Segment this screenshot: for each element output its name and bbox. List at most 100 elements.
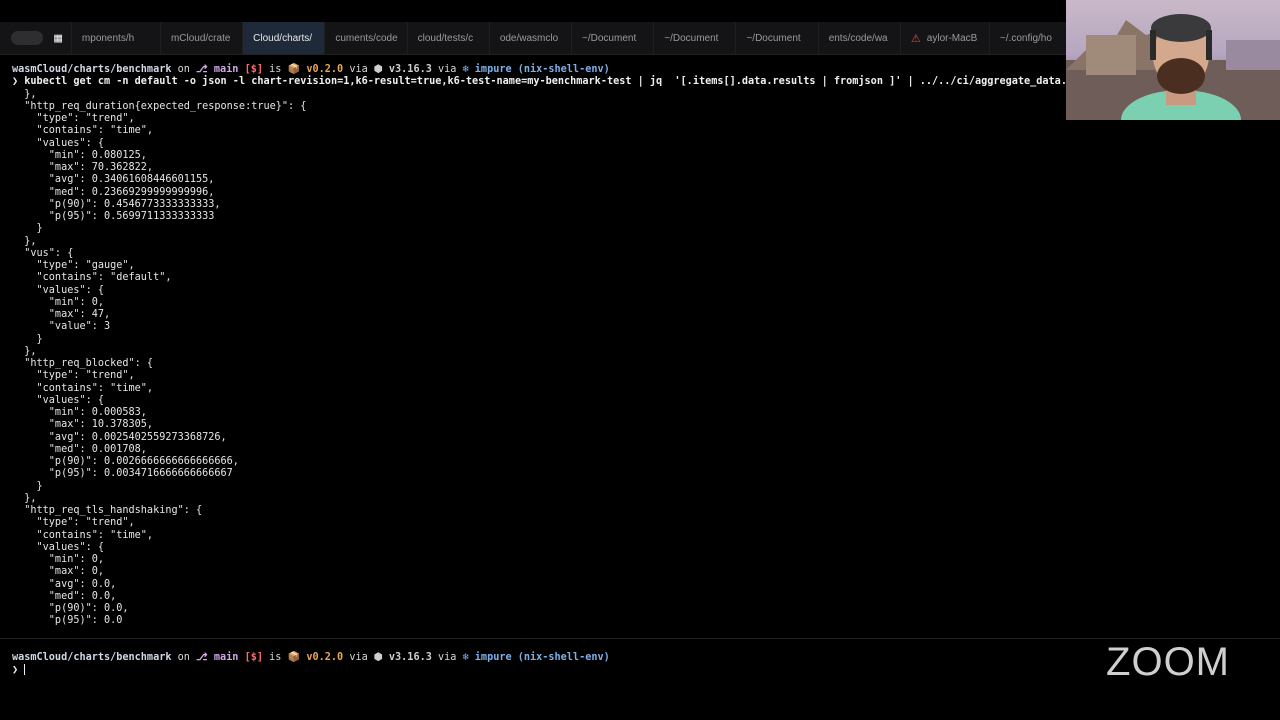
output-line: "p(95)": 0.0	[12, 615, 123, 627]
prompt-via: via	[343, 652, 374, 663]
output-line: "min": 0.000583,	[12, 407, 147, 418]
tab-6[interactable]: ~/Document	[571, 22, 653, 54]
output-line: "contains": "time",	[12, 125, 154, 137]
grid-icon[interactable]: ▦	[51, 30, 65, 46]
prompt-node-version: v3.16.3	[388, 64, 432, 75]
output-line: }	[12, 480, 43, 492]
tab-label: ~/Document	[582, 32, 637, 44]
json-output: }, "http_req_duration{expected_response:…	[12, 89, 1072, 628]
tab-0[interactable]: mponents/h	[70, 22, 160, 54]
output-line: "max": 0,	[12, 566, 105, 578]
terminal-tab-bar: ▦ mponents/h mCloud/crate Cloud/charts/ …	[0, 22, 1066, 55]
tab-3[interactable]: cuments/code	[324, 22, 406, 54]
tab-4[interactable]: cloud/tests/c	[406, 22, 489, 54]
output-line: "med": 0.001708,	[12, 443, 147, 455]
tab-7[interactable]: ~/Document	[653, 22, 735, 54]
output-line: "avg": 0.0,	[12, 578, 117, 590]
warning-icon: ⚠	[910, 32, 921, 45]
output-line: "type": "trend",	[12, 517, 135, 529]
tab-8[interactable]: ~/Document	[735, 22, 817, 54]
output-line: "min": 0,	[12, 296, 105, 308]
output-line: "med": 0.23669299999999996,	[12, 186, 215, 198]
prompt-branch: main	[213, 64, 239, 75]
output-line: "p(90)": 0.4546773333333333,	[12, 198, 221, 210]
command-line: ❯ kubectl get cm -n default -o json -l c…	[12, 76, 1072, 88]
output-line: "avg": 0.34061608446601155,	[12, 174, 215, 186]
pane-divider[interactable]	[0, 638, 1280, 639]
output-line: "med": 0.0,	[12, 590, 117, 602]
tab-10[interactable]: ⚠ aylor-MacB	[899, 22, 989, 54]
output-line: "values": {	[12, 394, 105, 406]
node-icon: ⬢	[373, 64, 383, 75]
prompt-via: via	[431, 652, 463, 663]
webcam-video-tile[interactable]	[1066, 0, 1280, 120]
terminal-output[interactable]: wasmCloud/charts/benchmark on ⎇ main [$]…	[12, 64, 1072, 628]
tab-1[interactable]: mCloud/crate	[159, 22, 242, 54]
output-line: },	[12, 88, 37, 100]
tab-5[interactable]: ode/wasmclo	[488, 22, 571, 54]
tab-label: Cloud/charts/	[253, 32, 313, 44]
shell-prompt-current: wasmCloud/charts/benchmark on ⎇ main [$]…	[12, 652, 610, 677]
output-line: "values": {	[12, 137, 105, 149]
output-line: "max": 70.362822,	[12, 162, 154, 173]
tab-label: cloud/tests/c	[417, 32, 474, 44]
tab-label: ode/wasmclo	[499, 32, 559, 44]
tab-label: aylor-MacB	[926, 32, 978, 44]
webcam-feed-image	[1066, 14, 1280, 120]
output-line: "max": 47,	[12, 309, 111, 320]
tab-label: mponents/h	[81, 32, 135, 44]
text-cursor	[24, 664, 26, 676]
prompt-via: via	[343, 64, 374, 75]
output-line: "p(95)": 0.5699711333333333	[12, 211, 215, 222]
shell-prompt: wasmCloud/charts/benchmark on ⎇ main [$]…	[12, 64, 1072, 76]
prompt-node-version: v3.16.3	[388, 652, 432, 663]
command-text: kubectl get cm -n default -o json -l cha…	[18, 76, 1067, 88]
output-line: "min": 0.080125,	[12, 149, 147, 161]
output-line: "value": 3	[12, 321, 111, 333]
output-line: "contains": "default",	[12, 272, 172, 284]
tab-label: cuments/code	[335, 32, 398, 44]
git-branch-icon: ⎇	[196, 64, 208, 75]
tab-2-active[interactable]: Cloud/charts/	[242, 22, 325, 54]
output-line: "min": 0,	[12, 554, 105, 565]
tab-label: ~/Document	[664, 32, 719, 44]
prompt-branch: main	[213, 652, 239, 663]
output-line: "type": "trend",	[12, 113, 135, 124]
output-line: "type": "trend",	[12, 370, 135, 382]
prompt-is: is	[263, 64, 288, 75]
tab-label: ~/.config/ho	[999, 32, 1052, 44]
tab-label: mCloud/crate	[170, 32, 231, 44]
output-line: "contains": "time",	[12, 529, 154, 541]
output-line: "avg": 0.0025402559273368726,	[12, 431, 227, 443]
output-line: "contains": "time",	[12, 382, 154, 394]
prompt-on: on	[171, 64, 197, 75]
output-line: "type": "gauge",	[12, 260, 135, 271]
output-line: },	[12, 345, 37, 357]
tab-9[interactable]: ents/code/wa	[817, 22, 900, 54]
output-line: "p(90)": 0.0026666666666666666,	[12, 456, 239, 467]
git-branch-icon: ⎇	[196, 652, 208, 663]
command-input-line[interactable]: ❯	[12, 664, 610, 676]
package-icon: 📦	[287, 652, 301, 663]
output-line: "http_req_blocked": {	[12, 358, 154, 369]
window-controls[interactable]	[11, 31, 44, 45]
output-line: "values": {	[12, 284, 105, 296]
prompt-is: is	[263, 652, 288, 663]
prompt-git-status: [$]	[244, 64, 263, 75]
output-line: "http_req_tls_handshaking": {	[12, 505, 203, 516]
output-line: "values": {	[12, 541, 105, 553]
output-line: }	[12, 223, 43, 235]
prompt-directory: wasmCloud/charts/benchmark	[12, 652, 172, 663]
output-line: "p(90)": 0.0,	[12, 603, 129, 614]
prompt-nix-shell: impure (nix-shell-env)	[474, 652, 610, 663]
output-line: "http_req_duration{expected_response:tru…	[12, 100, 307, 112]
prompt-on: on	[171, 652, 197, 663]
prompt-directory: wasmCloud/charts/benchmark	[12, 64, 172, 75]
tab-11[interactable]: ~/.config/ho	[988, 22, 1066, 54]
prompt-git-status: [$]	[244, 652, 263, 663]
output-line: },	[12, 235, 37, 247]
output-line: "max": 10.378305,	[12, 419, 154, 431]
output-line: },	[12, 492, 37, 504]
output-line: "vus": {	[12, 247, 74, 259]
package-icon: 📦	[287, 64, 301, 75]
